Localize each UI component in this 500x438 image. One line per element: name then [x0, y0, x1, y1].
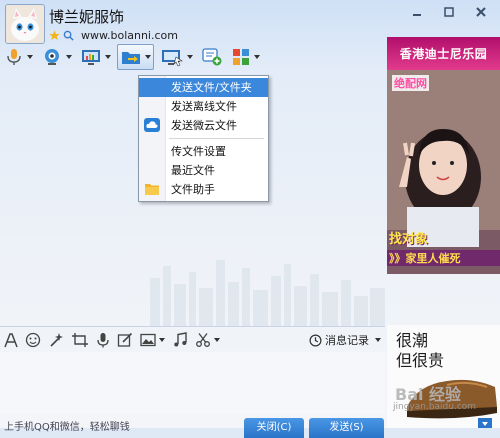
website-link[interactable]: www.bolanni.com: [81, 29, 178, 42]
new-conversation-button[interactable]: [199, 45, 225, 69]
chevron-down-icon[interactable]: [145, 55, 151, 59]
ad-banner-bottom[interactable]: 很潮 但很贵: [387, 325, 500, 428]
chevron-down-icon[interactable]: [187, 55, 193, 59]
apps-icon: [233, 49, 249, 65]
file-transfer-icon: [122, 52, 140, 64]
star-icon: [49, 30, 60, 40]
chat-toolbar: [2, 44, 262, 70]
menu-item-label: 发送文件/文件夹: [171, 81, 252, 94]
message-history-label: 消息记录: [325, 334, 369, 347]
close-button[interactable]: 关闭(C): [244, 418, 304, 438]
send-options-button[interactable]: [478, 418, 492, 428]
screen-share-icon: [82, 50, 100, 65]
magic-expression-icon[interactable]: [48, 332, 64, 348]
chevron-down-icon[interactable]: [375, 338, 381, 342]
menu-item-label: 传文件设置: [171, 145, 226, 158]
menu-item-send-file-folder[interactable]: 发送文件/文件夹: [139, 78, 268, 97]
file-transfer-button[interactable]: [117, 44, 154, 70]
chevron-down-icon[interactable]: [66, 55, 72, 59]
close-icon[interactable]: [470, 3, 492, 21]
clock-icon: [309, 334, 322, 346]
scissors-icon[interactable]: [195, 332, 220, 348]
contact-status-row: www.bolanni.com: [49, 29, 178, 42]
chevron-down-icon[interactable]: [27, 55, 33, 59]
chat-window: 博兰妮服饰 www.bolanni.com 发送文件/文件夹 发送离线文件 发送…: [0, 0, 500, 438]
microphone-icon: [7, 49, 21, 65]
remote-desktop-icon: [162, 50, 183, 67]
menu-item-send-offline-file[interactable]: 发送离线文件: [139, 97, 268, 116]
menu-item-label: 最近文件: [171, 164, 215, 177]
chevron-down-icon[interactable]: [105, 55, 111, 59]
file-transfer-menu: 发送文件/文件夹 发送离线文件 发送微云文件 传文件设置 最近文件 文件助手: [138, 75, 269, 202]
music-icon[interactable]: [172, 331, 188, 348]
weiyun-cloud-icon: [144, 118, 160, 138]
apps-button[interactable]: [229, 45, 262, 69]
menu-item-label: 发送离线文件: [171, 100, 237, 113]
folder-icon: [144, 182, 160, 202]
chevron-down-icon[interactable]: [214, 337, 220, 342]
screen-share-button[interactable]: [78, 45, 113, 69]
ad-banner-top[interactable]: 香港迪士尼乐园 绝配网 找对象 》》家里人催死: [387, 37, 500, 274]
mobile-qq-promo-link[interactable]: 上手机QQ和微信，轻松聊钱: [4, 418, 130, 433]
message-input[interactable]: [0, 352, 385, 414]
font-icon[interactable]: [4, 332, 18, 348]
menu-item-file-assistant[interactable]: 文件助手: [139, 180, 268, 199]
maximize-icon[interactable]: [438, 3, 460, 21]
remote-desktop-button[interactable]: [158, 45, 195, 69]
baidu-jingyan-watermark-url: jingyan.baidu.com: [393, 402, 477, 412]
city-skyline-background: [150, 260, 385, 326]
ad-line-2: 但很贵: [396, 351, 445, 370]
menu-separator: [169, 138, 264, 139]
chevron-down-icon[interactable]: [159, 337, 165, 342]
send-button[interactable]: 发送(S): [309, 418, 384, 438]
ad-tagline-1: 找对象: [389, 232, 429, 247]
new-conversation-icon: [202, 48, 222, 66]
image-icon[interactable]: [140, 332, 165, 348]
voice-call-button[interactable]: [2, 45, 35, 69]
minimize-icon[interactable]: [406, 3, 428, 21]
contact-name: 博兰妮服饰: [49, 8, 125, 26]
ad-logo-text: 绝配网: [392, 75, 429, 91]
message-history-button[interactable]: 消息记录: [309, 332, 381, 348]
emoji-icon[interactable]: [25, 332, 41, 348]
video-call-button[interactable]: [39, 45, 74, 69]
video-camera-icon: [45, 49, 59, 65]
screenshot-icon[interactable]: [71, 332, 89, 348]
chevron-down-icon[interactable]: [254, 55, 260, 59]
edit-icon[interactable]: [117, 332, 133, 348]
search-icon[interactable]: [63, 30, 74, 41]
menu-item-label: 文件助手: [171, 183, 215, 196]
menu-item-file-transfer-settings[interactable]: 传文件设置: [139, 142, 268, 161]
ad-tagline-2: 》》家里人催死: [387, 250, 500, 266]
menu-item-send-weiyun-file[interactable]: 发送微云文件: [139, 116, 268, 135]
input-toolbar: 消息记录: [0, 326, 385, 352]
menu-item-label: 发送微云文件: [171, 119, 237, 132]
ad-banner-title: 香港迪士尼乐园: [387, 37, 500, 70]
contact-avatar[interactable]: [5, 4, 45, 44]
menu-item-recent-files[interactable]: 最近文件: [139, 161, 268, 180]
window-controls: [406, 3, 492, 21]
voice-message-icon[interactable]: [96, 332, 110, 348]
